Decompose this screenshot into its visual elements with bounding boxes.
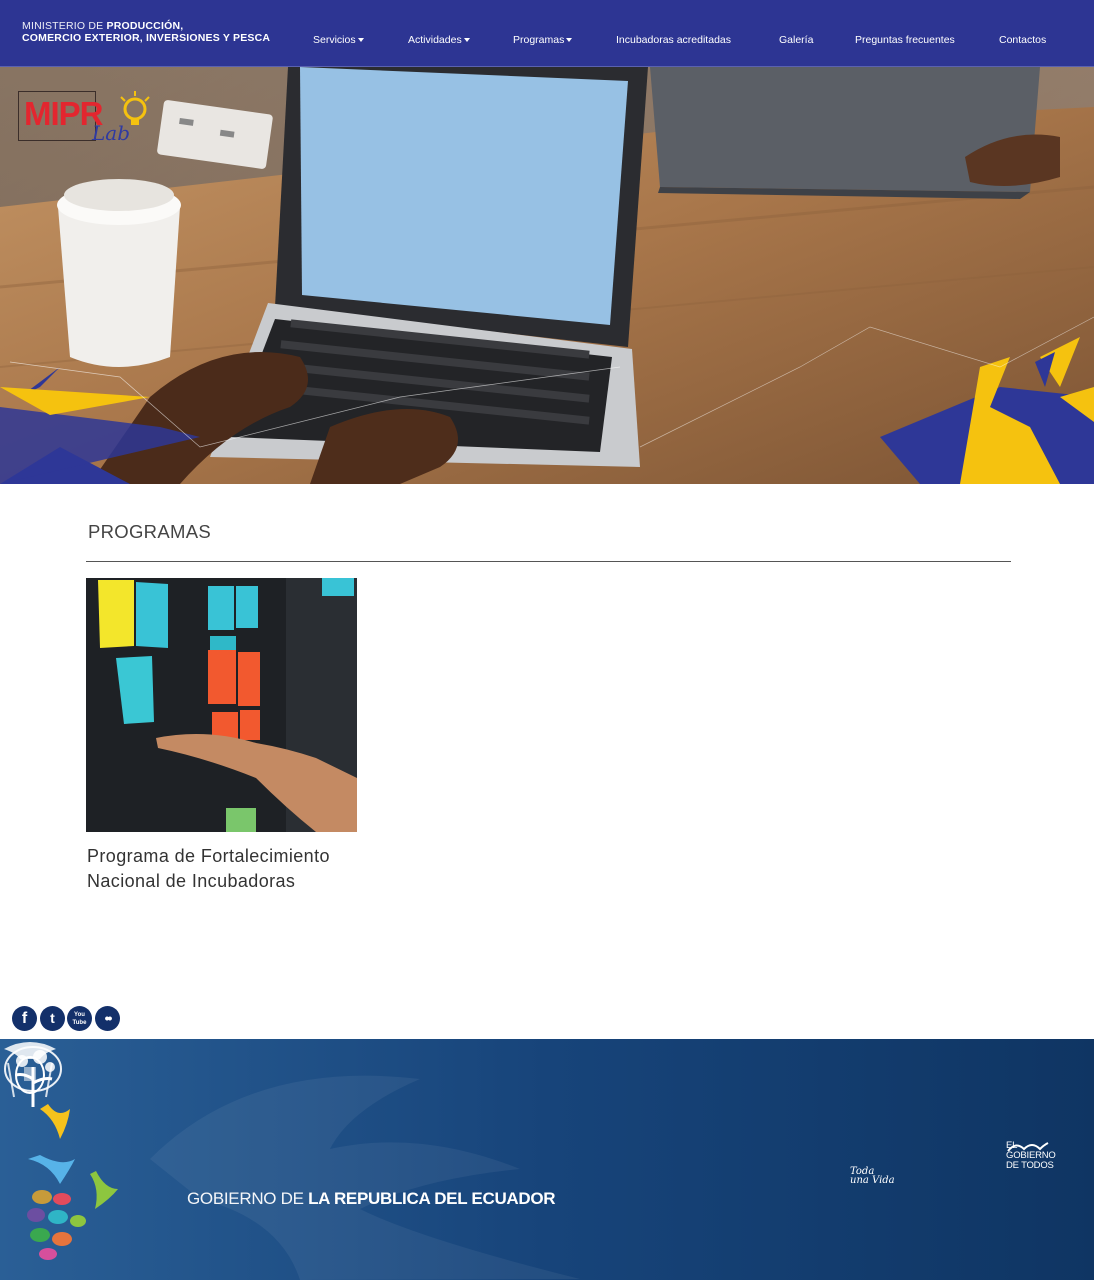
mipro-lab-logo[interactable]: MIPR Lab <box>18 89 152 149</box>
sticky-notes-photo <box>86 578 357 832</box>
footer: GOBIERNO DE LA REPUBLICA DEL ECUADOR Tod… <box>0 1039 1094 1280</box>
facebook-icon[interactable]: f <box>12 1006 37 1031</box>
logo-text-mipr: MIPR <box>24 95 103 132</box>
caret-down-icon <box>566 38 573 43</box>
nav-item-incubadoras[interactable]: Incubadoras acreditadas <box>616 34 731 46</box>
youtube-icon[interactable]: You Tube <box>67 1006 92 1031</box>
nav-item-preguntas[interactable]: Preguntas frecuentes <box>855 34 955 46</box>
top-navigation-bar: MINISTERIO DE PRODUCCIÓN, COMERCIO EXTER… <box>0 0 1094 67</box>
el-gobierno-de-todos-logo: EL GOBIERNO DE TODOS <box>1006 1140 1056 1171</box>
nav-item-galeria[interactable]: Galería <box>779 34 813 46</box>
nav-item-programas[interactable]: Programas <box>513 34 573 46</box>
title-divider <box>86 561 1011 562</box>
gobierno-de-todos-mark-icon <box>1007 1142 1049 1152</box>
ecuador-coat-of-arms-icon <box>4 1042 56 1098</box>
caret-down-icon <box>357 38 364 43</box>
ministry-line-1: MINISTERIO DE PRODUCCIÓN, <box>22 20 184 32</box>
footer-background <box>0 1039 1094 1280</box>
hero-banner: MIPR Lab <box>0 67 1094 484</box>
government-title: GOBIERNO DE LA REPUBLICA DEL ECUADOR <box>187 1189 556 1208</box>
hero-image <box>0 67 1094 484</box>
nav-item-contactos[interactable]: Contactos <box>999 34 1046 46</box>
flickr-icon[interactable]: •• <box>95 1006 120 1031</box>
nav-item-actividades[interactable]: Actividades <box>408 34 470 46</box>
page-title: PROGRAMAS <box>88 521 211 542</box>
program-card-title[interactable]: Programa de Fortalecimiento Nacional de … <box>87 844 377 894</box>
program-card-image[interactable] <box>86 578 357 832</box>
twitter-icon[interactable]: t <box>40 1006 65 1031</box>
logo-text-lab: Lab <box>92 121 131 145</box>
caret-down-icon <box>463 38 470 43</box>
toda-una-vida-text: Toda una Vida <box>850 1166 895 1186</box>
nav-item-servicios[interactable]: Servicios <box>313 34 364 46</box>
main-nav: Servicios Actividades Programas Incubado… <box>0 34 1094 48</box>
